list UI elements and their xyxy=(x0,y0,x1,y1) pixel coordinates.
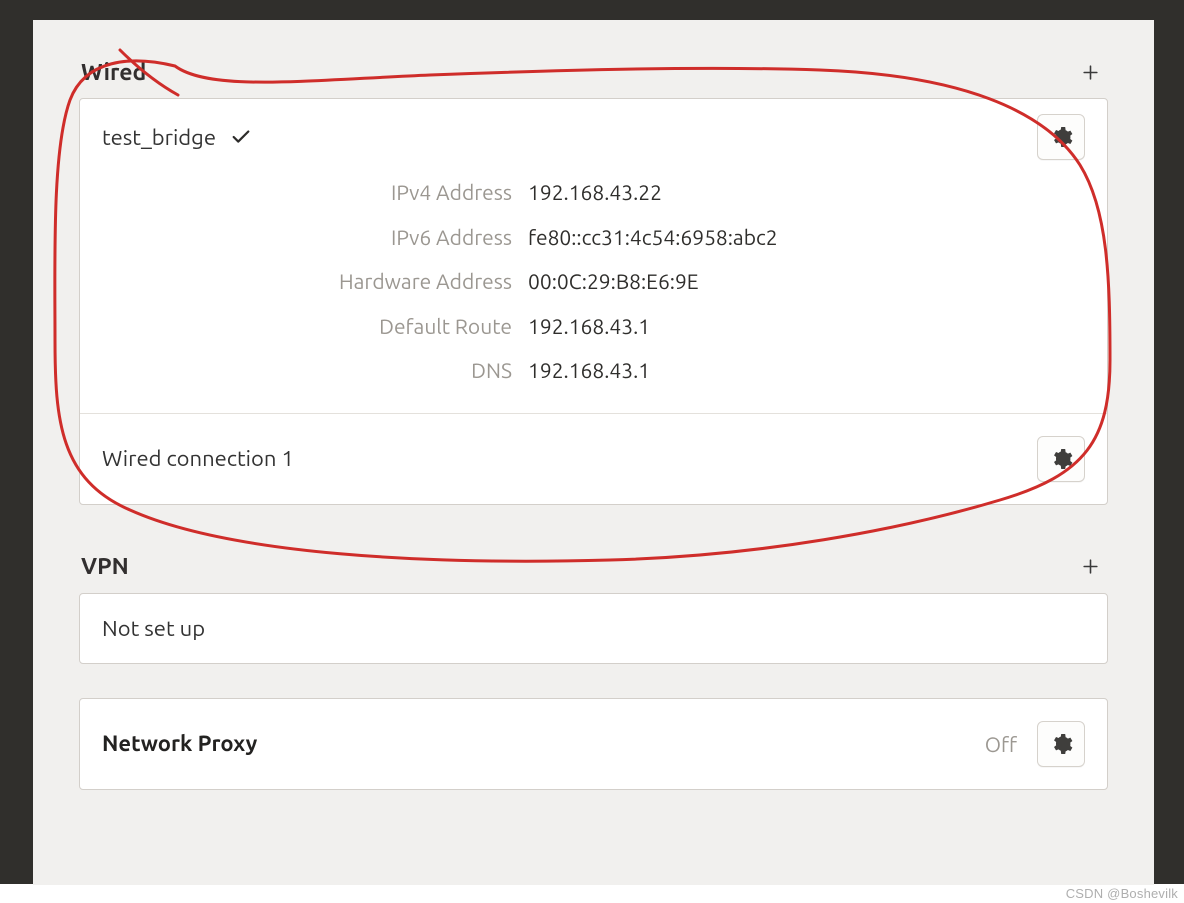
vpn-row[interactable]: Not set up xyxy=(80,594,1107,663)
add-vpn-button[interactable] xyxy=(1074,551,1106,583)
detail-route: Default Route 192.168.43.1 xyxy=(102,304,1085,349)
ipv4-value: 192.168.43.22 xyxy=(528,176,662,209)
add-wired-button[interactable] xyxy=(1074,56,1106,88)
network-settings-panel: Wired test_bridge xyxy=(33,20,1154,885)
gear-icon xyxy=(1049,447,1073,471)
watermark: CSDN @Boshevilk xyxy=(1066,886,1178,901)
detail-ipv6: IPv6 Address fe80::cc31:4c54:6958:abc2 xyxy=(102,215,1085,260)
wired-conn-name-1: Wired connection 1 xyxy=(102,446,294,471)
wired-conn-header-0[interactable]: test_bridge xyxy=(80,99,1107,170)
wired-connection-secondary[interactable]: Wired connection 1 xyxy=(80,414,1107,504)
wired-section-title: Wired xyxy=(81,60,146,85)
wired-section-header: Wired xyxy=(79,44,1108,98)
vpn-status: Not set up xyxy=(102,616,205,641)
wired-card: test_bridge IPv4 Address 192.168.43.22 xyxy=(79,98,1108,505)
vpn-section-title: VPN xyxy=(81,554,129,579)
hw-value: 00:0C:29:B8:E6:9E xyxy=(528,265,699,298)
check-icon xyxy=(230,126,252,148)
proxy-row[interactable]: Network Proxy Off xyxy=(80,699,1107,789)
proxy-card: Network Proxy Off xyxy=(79,698,1108,790)
wired-conn-settings-0[interactable] xyxy=(1037,114,1085,160)
wired-conn-settings-1[interactable] xyxy=(1037,436,1085,482)
detail-ipv4: IPv4 Address 192.168.43.22 xyxy=(102,170,1085,215)
detail-hw: Hardware Address 00:0C:29:B8:E6:9E xyxy=(102,259,1085,304)
vpn-section-header: VPN xyxy=(79,539,1108,593)
detail-dns: DNS 192.168.43.1 xyxy=(102,348,1085,393)
gear-icon xyxy=(1049,125,1073,149)
ipv6-value: fe80::cc31:4c54:6958:abc2 xyxy=(528,221,778,254)
proxy-settings-button[interactable] xyxy=(1037,721,1085,767)
vpn-card: Not set up xyxy=(79,593,1108,664)
gear-icon xyxy=(1049,732,1073,756)
wired-connection-active: test_bridge IPv4 Address 192.168.43.22 xyxy=(80,99,1107,414)
wired-conn-name-0: test_bridge xyxy=(102,125,216,150)
proxy-status: Off xyxy=(985,732,1017,756)
proxy-title: Network Proxy xyxy=(102,731,257,756)
wired-conn-details: IPv4 Address 192.168.43.22 IPv6 Address … xyxy=(80,170,1107,413)
dns-value: 192.168.43.1 xyxy=(528,354,650,387)
route-value: 192.168.43.1 xyxy=(528,310,650,343)
